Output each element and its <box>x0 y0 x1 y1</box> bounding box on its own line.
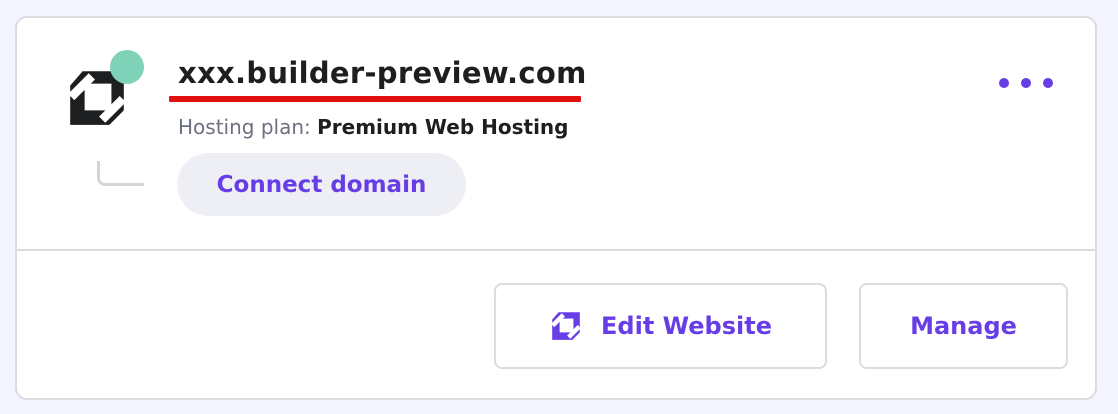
website-summary: xxx.builder-preview.com Hosting plan: Pr… <box>17 18 1095 249</box>
manage-button[interactable]: Manage <box>859 283 1068 369</box>
edit-website-label: Edit Website <box>601 312 772 340</box>
status-dot-icon <box>110 50 144 84</box>
tree-connector-line <box>97 161 144 186</box>
connect-domain-button[interactable]: Connect domain <box>177 153 466 216</box>
hosting-plan-info: Hosting plan: Premium Web Hosting <box>178 115 568 139</box>
annotation-underline <box>169 96 581 102</box>
hosting-plan-value: Premium Web Hosting <box>317 115 569 139</box>
more-options-button[interactable] <box>993 68 1059 98</box>
website-builder-logo-icon <box>551 312 581 340</box>
website-card: xxx.builder-preview.com Hosting plan: Pr… <box>15 16 1097 400</box>
hosting-plan-label: Hosting plan: <box>178 115 311 139</box>
card-divider <box>17 249 1095 251</box>
more-options-icon <box>999 78 1009 88</box>
more-options-icon <box>1043 78 1053 88</box>
edit-website-button[interactable]: Edit Website <box>494 283 827 369</box>
website-domain[interactable]: xxx.builder-preview.com <box>178 56 587 90</box>
more-options-icon <box>1021 78 1031 88</box>
